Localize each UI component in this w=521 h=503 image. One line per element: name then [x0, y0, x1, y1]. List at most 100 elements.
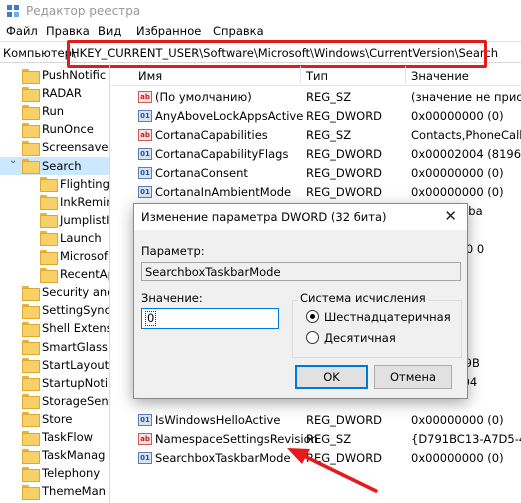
tree-item-label: InkRemin: [60, 194, 110, 209]
value-row[interactable]: 01 CortanaConsent REG_DWORD 0x00000000 (0): [111, 164, 521, 183]
tree-item[interactable]: JumplistI: [40, 211, 110, 229]
value-type-cell: REG_SZ: [306, 432, 352, 446]
folder-icon: [40, 177, 58, 193]
tree-item[interactable]: Telephony: [22, 464, 109, 482]
folder-icon: [22, 285, 40, 301]
folder-icon: [22, 104, 40, 120]
menu-file[interactable]: Файл: [6, 24, 38, 38]
tree-item[interactable]: TaskManag: [22, 446, 109, 464]
param-label: Параметр:: [141, 244, 205, 258]
window-title: Редактор реестра: [26, 4, 141, 18]
menu-bar: Файл Правка Вид Избранное Справка: [0, 22, 521, 41]
registry-tree[interactable]: PushNotific RADAR Run RunOnce Screensaver Sea…: [0, 64, 110, 503]
value-row[interactable]: ab CortanaCapabilities REG_SZ Contacts,Phon…: [111, 126, 521, 145]
tree-item[interactable]: TaskFlow: [22, 428, 109, 446]
dialog-title: Изменение параметра DWORD (32 бита): [141, 210, 387, 224]
column-type[interactable]: Тип: [306, 69, 328, 83]
tree-item-label: SettingSync: [42, 303, 110, 318]
tree-item[interactable]: SmartGlass: [22, 338, 109, 356]
tree-item[interactable]: InkRemin: [40, 193, 110, 211]
tree-item[interactable]: RecentAp: [40, 265, 109, 283]
folder-icon: [22, 358, 40, 374]
tree-item[interactable]: RADAR: [22, 84, 109, 102]
dword-value-icon: 01: [138, 186, 152, 198]
tree-item[interactable]: Screensaver: [22, 138, 110, 156]
dword-value-icon: 01: [138, 148, 152, 160]
tree-item-label: Security and: [42, 285, 110, 300]
tree-item-label: RunOnce: [42, 122, 94, 137]
value-row[interactable]: 01 SearchboxTaskbarMode REG_DWORD 0x0000000…: [111, 449, 521, 468]
tree-item[interactable]: Flighting: [40, 175, 109, 193]
radio-hex[interactable]: [306, 310, 319, 323]
value-name-cell: (По умолчанию): [155, 90, 252, 104]
dword-value-icon: 01: [138, 110, 152, 122]
menu-favorites[interactable]: Избранное: [136, 24, 201, 38]
column-value[interactable]: Значение: [411, 69, 469, 83]
tree-item-label: Screensaver: [42, 140, 110, 155]
close-icon[interactable]: ✕: [444, 207, 457, 225]
chevron-down-icon[interactable]: ⌄: [9, 155, 17, 166]
ok-button[interactable]: OK: [295, 365, 368, 389]
folder-icon: [22, 321, 40, 337]
registry-editor-icon: [7, 5, 19, 17]
param-name-value: SearchboxTaskbarMode: [145, 265, 281, 279]
value-name-cell: CortanaCapabilities: [155, 128, 268, 142]
value-type-cell: REG_DWORD: [306, 413, 383, 427]
value-row[interactable]: 01 IsWindowsHelloActive REG_DWORD 0x0000000…: [111, 411, 521, 430]
value-type-cell: REG_DWORD: [306, 109, 383, 123]
column-name[interactable]: Имя: [138, 69, 162, 83]
tree-item[interactable]: RunOnce: [22, 120, 109, 138]
value-row[interactable]: 01 AnyAboveLockAppsActive REG_DWORD 0x00000…: [111, 107, 521, 126]
tree-item[interactable]: Launch: [40, 229, 109, 247]
tree-item[interactable]: Shell Extens: [22, 319, 109, 337]
value-type-cell: REG_SZ: [306, 90, 352, 104]
value-value-cell: 0x00000000 (0): [411, 413, 504, 427]
tree-item[interactable]: StartupNoti: [22, 374, 109, 392]
value-row[interactable]: 01 CortanaCapabilityFlags REG_DWORD 0x00002…: [111, 145, 521, 164]
folder-icon: [22, 86, 40, 102]
folder-icon: [40, 195, 58, 211]
tree-item-label: JumplistI: [60, 212, 110, 227]
folder-icon: [40, 231, 58, 247]
tree-item[interactable]: Store: [22, 410, 109, 428]
value-row[interactable]: ab NamespaceSettingsRevision REG_SZ {D791BC…: [111, 430, 521, 449]
tree-item-label: Microsof: [60, 249, 109, 263]
tree-item[interactable]: ThemeMan: [22, 482, 109, 500]
tree-item-label: RADAR: [42, 86, 82, 101]
value-name-cell: SearchboxTaskbarMode: [155, 451, 291, 465]
folder-icon: [22, 68, 40, 84]
folder-icon: [22, 376, 40, 392]
value-value-cell: 0x00000000 (0): [411, 109, 504, 123]
tree-item[interactable]: PushNotific: [22, 66, 109, 84]
tree-item[interactable]: StorageSens: [22, 392, 109, 410]
radio-hex-label[interactable]: Шестнадцатеричная: [324, 310, 451, 324]
value-row[interactable]: 01 CortanaInAmbientMode REG_DWORD 0x0000000…: [111, 183, 521, 202]
value-row[interactable]: ab(По умолчанию) REG_SZ (значение не присв…: [111, 88, 521, 107]
radio-decimal[interactable]: [306, 331, 319, 344]
tree-item[interactable]: Microsof: [40, 247, 109, 265]
menu-view[interactable]: Вид: [98, 24, 121, 38]
value-label: Значение:: [141, 291, 203, 305]
folder-icon: [22, 430, 40, 446]
folder-icon: [22, 122, 40, 138]
value-value-cell: Contacts,PhoneCall: [411, 128, 521, 142]
tree-item[interactable]: Security and: [22, 283, 110, 301]
string-value-icon: ab: [138, 129, 152, 141]
value-value-cell: 0x00000000 (0): [411, 166, 504, 180]
value-type-cell: REG_SZ: [306, 128, 352, 142]
tree-item[interactable]: SettingSync: [22, 301, 110, 319]
folder-icon: [22, 340, 40, 355]
tree-item-label: TaskManag: [42, 448, 106, 463]
menu-edit[interactable]: Правка: [46, 24, 90, 38]
tree-item-label: StartupNoti: [42, 375, 109, 390]
folder-icon: [22, 448, 40, 464]
value-input[interactable]: 0: [141, 308, 279, 329]
tree-item-label: StartLayout: [42, 357, 110, 372]
tree-item[interactable]: Run: [22, 102, 109, 120]
tree-item[interactable]: StartLayout: [22, 356, 110, 374]
value-input-text[interactable]: 0: [145, 311, 157, 326]
cancel-button[interactable]: Отмена: [374, 365, 452, 389]
menu-help[interactable]: Справка: [213, 24, 264, 38]
folder-icon: [40, 213, 58, 229]
radio-decimal-label[interactable]: Десятичная: [324, 331, 396, 345]
